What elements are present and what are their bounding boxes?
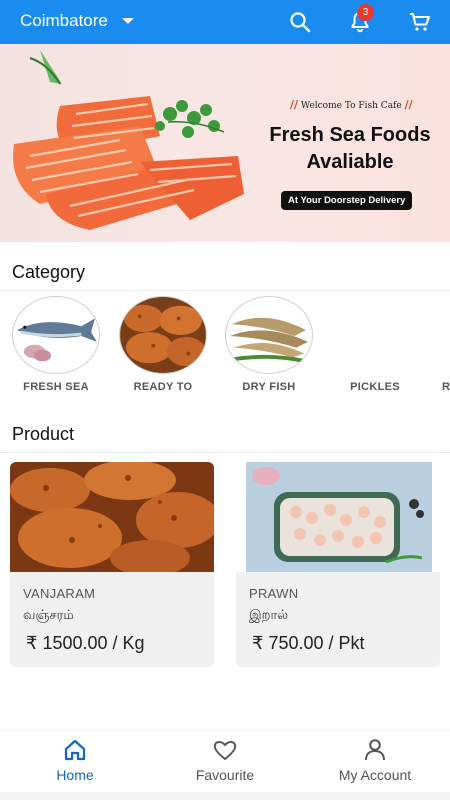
category-label: READY TO <box>133 381 193 393</box>
category-item-dry-fish[interactable]: DRY FISH <box>224 296 314 393</box>
product-heading: Product <box>12 424 75 444</box>
category-image-placeholder <box>405 296 450 374</box>
dry-fish-image <box>225 296 313 374</box>
notification-button[interactable]: 3 <box>348 4 374 34</box>
chevron-down-icon <box>121 18 134 24</box>
divider <box>0 290 450 291</box>
nav-label: Home <box>56 767 94 783</box>
city-name: Coimbatore <box>20 11 108 30</box>
product-price: ₹ 1500.00 / Kg <box>26 633 145 653</box>
top-app-bar: Coimbatore 3 <box>0 0 450 44</box>
product-card-prawn[interactable]: PRAWN இறால் ₹ 750.00 / Pkt <box>236 462 440 667</box>
nav-label: Favourite <box>195 767 255 783</box>
product-price: ₹ 750.00 / Pkt <box>252 633 365 653</box>
product-card-vanjaram[interactable]: VANJARAM வஞ்சரம் ₹ 1500.00 / Kg <box>10 462 214 667</box>
category-label: RE <box>442 381 450 393</box>
product-name: PRAWN <box>249 586 299 601</box>
category-label: FRESH SEA <box>23 381 89 393</box>
category-item-partial[interactable]: RE <box>405 296 450 393</box>
category-item-fresh-sea[interactable]: FRESH SEA <box>11 296 101 393</box>
search-icon[interactable] <box>288 10 312 34</box>
fresh-fish-image <box>12 296 100 374</box>
product-name-tamil: இறால் <box>249 608 289 623</box>
category-heading: Category <box>12 262 86 282</box>
bottom-navigation: Home Favourite My Account <box>0 730 450 800</box>
banner-title-line1: Fresh Sea Foods <box>269 124 431 146</box>
nav-label: My Account <box>338 767 412 783</box>
prawn-image <box>236 462 440 572</box>
notification-badge: 3 <box>357 4 374 21</box>
promo-banner[interactable]: // Welcome To Fish Cafe // Fresh Sea Foo… <box>0 44 450 242</box>
city-selector[interactable]: Coimbatore <box>20 11 134 31</box>
divider <box>0 452 450 453</box>
welcome-text: // Welcome To Fish Cafe // <box>290 98 413 111</box>
cart-icon[interactable] <box>408 10 432 34</box>
heart-icon <box>213 741 237 761</box>
nav-my-account[interactable]: My Account <box>300 737 450 783</box>
person-icon <box>365 739 385 761</box>
product-name: VANJARAM <box>23 586 96 601</box>
product-name-tamil: வஞ்சரம் <box>23 608 74 623</box>
category-label: DRY FISH <box>242 381 296 393</box>
banner-title: Fresh Sea Foods Avaliable <box>250 122 450 176</box>
home-icon <box>64 739 86 761</box>
vanjaram-image <box>10 462 214 572</box>
salmon-fillet-image <box>13 50 244 230</box>
nav-favourite[interactable]: Favourite <box>150 737 300 783</box>
ready-to-cook-image <box>119 296 207 374</box>
banner-title-line2: Avaliable <box>306 151 394 173</box>
category-item-ready-to-cook[interactable]: READY TO <box>118 296 208 393</box>
system-nav-strip <box>0 792 450 800</box>
nav-home[interactable]: Home <box>0 737 150 783</box>
doorstep-delivery-badge: At Your Doorstep Delivery <box>281 191 413 210</box>
